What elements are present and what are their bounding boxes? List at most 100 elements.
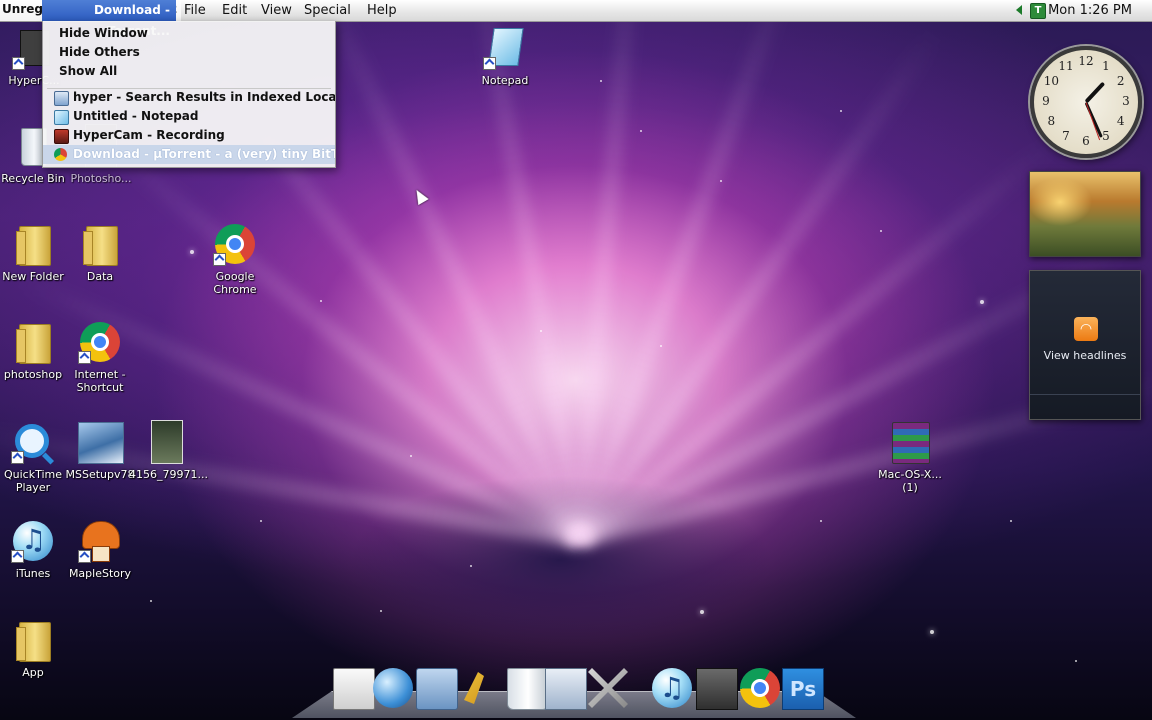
window-item-hypercam[interactable]: HyperCam - Recording [43,126,335,145]
view-headlines-label[interactable]: View headlines [1030,349,1140,362]
show-all-item[interactable]: Show All [43,62,335,81]
tray-app-icon[interactable]: T [1030,3,1046,19]
wallpaper-star [880,230,882,232]
wallpaper-star [470,565,472,567]
window-item-label: Untitled - Notepad [73,109,199,123]
hide-others-item[interactable]: Hide Others [43,43,335,62]
wallpaper-star [720,180,722,182]
shortcut-arrow-icon [11,550,24,563]
desktop-icon-mssetup[interactable]: MSSetupv78 [62,420,138,481]
wallpaper-star [1010,520,1012,522]
desktop-icon-app[interactable]: App [0,618,71,679]
menu-edit[interactable]: Edit [216,0,253,21]
icon-label: MSSetupv78 [65,468,135,481]
window-item-label: HyperCam - Recording [73,128,225,142]
wallpaper-star [190,250,194,254]
documents-icon[interactable] [333,668,375,710]
network-globe-icon[interactable] [373,668,413,708]
clock-number: 3 [1122,94,1130,108]
menubar-clock[interactable]: Mon 1:26 PM [1048,0,1132,21]
maplestory-mushroom-icon [82,521,120,562]
desktop-icon-photoshop-folder[interactable]: photoshop [0,320,71,381]
clock-number: 11 [1058,59,1074,74]
wallpaper-star [820,520,822,522]
chrome-icon[interactable] [740,668,780,708]
trash-icon[interactable] [507,668,549,710]
clock-gadget[interactable]: 12 1 2 3 4 5 6 7 8 9 10 11 [1028,44,1142,158]
wallpaper-star [600,80,602,82]
clock-number: 12 [1078,54,1094,68]
icon-label: Mac-OS-X... (1) [878,468,942,494]
mail-icon[interactable] [545,668,587,710]
window-item-notepad[interactable]: Untitled - Notepad [43,107,335,126]
winrar-archive-icon [892,422,930,464]
folder-icon [16,324,51,364]
rss-icon: ◠ [1074,317,1098,341]
wallpaper-star [260,520,262,522]
desktop-icon-itunes[interactable]: iTunes [0,519,71,580]
wallpaper-star [380,610,382,612]
folder-icon [16,622,51,662]
icon-label: New Folder [2,270,64,283]
icon-label: Google Chrome [213,270,257,296]
folder-icon [83,226,118,266]
search-folder-icon [54,91,69,106]
window-item-label: hyper - Search Results in Indexed Locati… [73,90,335,104]
app-switcher-menu: Hide Window Hide Others Show All hyper -… [42,21,336,168]
slideshow-gadget[interactable] [1029,171,1141,257]
desktop-icon-photo-file[interactable]: 4156_79971... [129,420,208,481]
clock-number: 2 [1116,74,1125,88]
feed-headlines-gadget[interactable]: ◠ View headlines [1029,270,1141,420]
itunes-icon[interactable]: ♫ [652,668,692,708]
window-item-label: Download - µTorrent - a (very) tiny BitT… [73,147,335,161]
menu-special[interactable]: Special [298,0,357,21]
wallpaper-star [540,330,542,332]
folder-icon [16,226,51,266]
clock-hour-hand [1084,81,1106,104]
icon-label: Photosho... [70,172,132,185]
wallpaper-star [660,345,662,347]
icon-label: 4156_79971... [129,468,208,481]
menu-view[interactable]: View [255,0,298,21]
desktop-icon-mac-os-x-archive[interactable]: Mac-OS-X... (1) [872,420,948,494]
hide-window-item[interactable]: Hide Window [43,24,335,43]
wallpaper-star [980,300,984,304]
notepad-icon [54,110,69,125]
active-app-menu[interactable]: Download - µTorrent... [42,0,176,38]
clock-face: 12 1 2 3 4 5 6 7 8 9 10 11 [1030,46,1142,158]
icon-label: Notepad [481,74,529,87]
photoshop-icon[interactable]: Ps [782,668,824,710]
folder-icon[interactable] [416,668,458,710]
menu-help[interactable]: Help [361,0,403,21]
desktop-icon-google-chrome[interactable]: Google Chrome [197,222,273,296]
wallpaper-star [1075,660,1077,662]
wallpaper-star [700,610,704,614]
icon-label: iTunes [15,567,51,580]
clock-number: 7 [1062,128,1070,143]
shortcut-arrow-icon [483,57,496,70]
desktop-icon-notepad[interactable]: Notepad [467,26,543,87]
icon-label: Recycle Bin [1,172,65,185]
image-file-icon [151,420,183,464]
menu-file[interactable]: File [178,0,212,21]
desktop-icon-data[interactable]: Data [62,222,138,283]
window-item-utorrent[interactable]: Download - µTorrent - a (very) tiny BitT… [43,145,335,164]
shortcut-arrow-icon [213,253,226,266]
wallpaper-star [150,600,152,602]
desktop-icon-internet-shortcut[interactable]: Internet - Shortcut [62,320,138,394]
clock-number: 10 [1043,74,1059,88]
shortcut-arrow-icon [78,351,91,364]
gadget-toolbar [1030,394,1140,419]
shortcut-arrow-icon [11,451,24,464]
window-item-search-results[interactable]: hyper - Search Results in Indexed Locati… [43,88,335,107]
tray-expand-icon[interactable] [1016,5,1022,15]
desktop-icon-new-folder[interactable]: New Folder [0,222,71,283]
hypercam-icon[interactable] [696,668,738,710]
wallpaper-star [930,630,934,634]
desktop-icon-maplestory[interactable]: MapleStory [62,519,138,580]
wallpaper-star [410,455,412,457]
icon-label: Internet - Shortcut [74,368,126,394]
desktop-icon-quicktime[interactable]: QuickTime Player [0,420,71,494]
chrome-icon [54,148,67,161]
wallpaper-star [320,300,322,302]
